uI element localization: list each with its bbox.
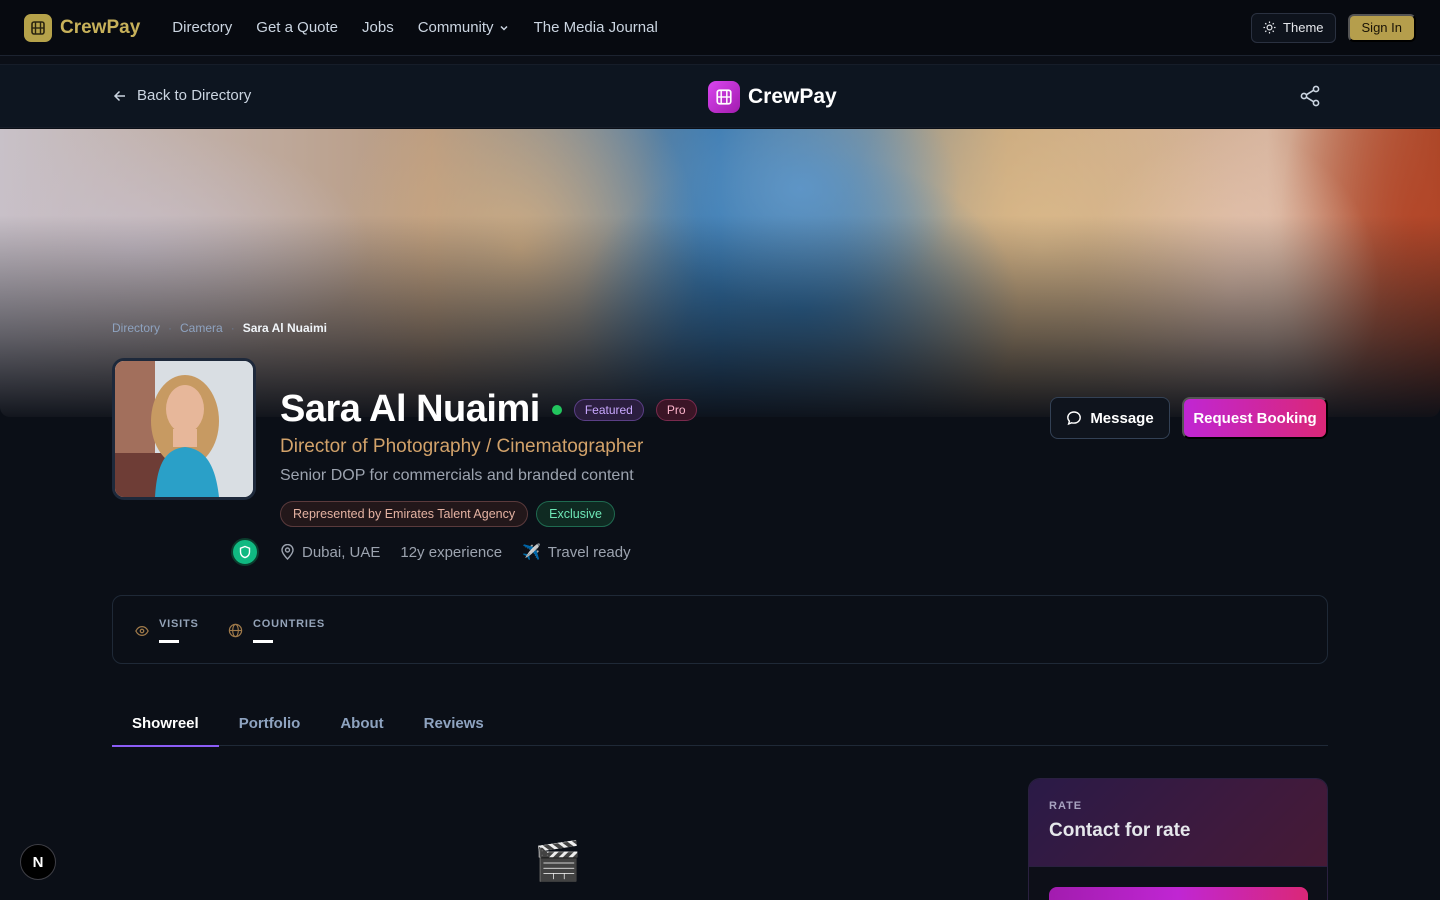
message-label: Message (1090, 409, 1154, 427)
top-navigation: CrewPay Directory Get a Quote Jobs Commu… (0, 0, 1440, 56)
profile-name: Sara Al Nuaimi (280, 388, 540, 430)
rate-card-header: RATE Contact for rate (1029, 779, 1327, 867)
stat-visits-content: VISITS (159, 618, 199, 643)
travel-text: Travel ready (547, 543, 631, 561)
experience: 12y experience (400, 543, 503, 561)
nav-community-label: Community (417, 19, 494, 36)
visits-label: VISITS (159, 618, 199, 630)
center-brand-name: CrewPay (748, 85, 837, 108)
sun-icon (1263, 21, 1276, 34)
rate-label: RATE (1049, 800, 1083, 812)
featured-badge: Featured (573, 398, 644, 421)
location: Dubai, UAE (280, 544, 380, 561)
sign-in-button[interactable]: Sign In (1347, 13, 1416, 42)
breadcrumb-separator: · (168, 321, 173, 335)
nav-media-journal[interactable]: The Media Journal (534, 19, 658, 36)
tab-portfolio[interactable]: Portfolio (219, 700, 321, 746)
tab-about[interactable]: About (320, 700, 403, 746)
location-text: Dubai, UAE (302, 543, 381, 561)
center-brand[interactable]: CrewPay (708, 81, 837, 113)
eye-icon (135, 625, 149, 636)
countries-label: COUNTRIES (253, 618, 325, 630)
rate-value: Contact for rate (1049, 820, 1191, 841)
back-to-directory-link[interactable]: Back to Directory (112, 87, 251, 104)
rate-card: RATE Contact for rate (1028, 778, 1328, 900)
verified-shield-icon (231, 538, 259, 566)
chat-bubble-icon (1067, 411, 1082, 426)
profile-tagline: Senior DOP for commercials and branded c… (280, 467, 634, 484)
profile-meta: Dubai, UAE 12y experience ✈️ Travel read… (280, 543, 631, 561)
nav-actions: Theme Sign In (1251, 12, 1416, 43)
stat-visits: VISITS (135, 596, 199, 665)
airplane-icon: ✈️ (522, 544, 541, 561)
avatar[interactable] (112, 358, 256, 500)
message-button[interactable]: Message (1050, 397, 1170, 439)
arrow-left-icon (113, 90, 125, 101)
avatar-portrait (115, 361, 253, 497)
main-nav: Directory Get a Quote Jobs Community The… (172, 19, 658, 36)
stat-countries: COUNTRIES (228, 596, 325, 665)
breadcrumb-camera[interactable]: Camera (180, 321, 223, 335)
nav-community[interactable]: Community (418, 19, 510, 36)
globe-icon (228, 623, 243, 638)
agency-row: Represented by Emirates Talent Agency Ex… (280, 501, 615, 527)
request-booking-button[interactable]: Request Booking (1182, 397, 1328, 439)
breadcrumb-current: Sara Al Nuaimi (242, 321, 327, 335)
travel-status: ✈️ Travel ready (522, 543, 631, 562)
breadcrumb-directory[interactable]: Directory (112, 321, 160, 335)
nav-jobs[interactable]: Jobs (362, 19, 394, 36)
profile-role: Director of Photography / Cinematographe… (280, 436, 644, 457)
share-icon[interactable] (1298, 84, 1322, 108)
back-label: Back to Directory (137, 87, 252, 104)
breadcrumb-separator: · (230, 321, 235, 335)
dev-tools-badge[interactable]: N (20, 844, 56, 880)
visits-value-placeholder (159, 640, 179, 643)
stat-countries-content: COUNTRIES (253, 618, 325, 643)
chevron-down-icon (500, 25, 508, 31)
profile-name-row: Sara Al Nuaimi Featured Pro (280, 388, 697, 431)
map-pin-icon (281, 544, 294, 560)
breadcrumb: Directory · Camera · Sara Al Nuaimi (112, 321, 327, 335)
film-icon (24, 13, 52, 42)
stats-panel: VISITS COUNTRIES (112, 595, 1328, 664)
countries-value-placeholder (253, 640, 273, 643)
theme-label: Theme (1283, 20, 1324, 35)
theme-toggle-button[interactable]: Theme (1251, 12, 1336, 43)
tab-reviews[interactable]: Reviews (404, 700, 504, 746)
profile-tabs: Showreel Portfolio About Reviews (112, 700, 1328, 747)
profile-header-bar: Back to Directory CrewPay (0, 64, 1440, 128)
nav-get-a-quote[interactable]: Get a Quote (256, 19, 338, 36)
clapperboard-icon: 🎬 (534, 841, 582, 883)
brand-logo[interactable]: CrewPay (24, 13, 141, 42)
brand-name: CrewPay (60, 16, 141, 38)
rate-card-booking-button[interactable] (1049, 887, 1308, 900)
online-status-dot (551, 404, 562, 415)
nav-directory[interactable]: Directory (172, 19, 232, 36)
film-icon (708, 81, 740, 113)
tab-showreel[interactable]: Showreel (112, 700, 219, 747)
agency-badge[interactable]: Represented by Emirates Talent Agency (280, 501, 529, 527)
exclusive-badge: Exclusive (536, 501, 615, 527)
pro-badge: Pro (655, 398, 697, 421)
